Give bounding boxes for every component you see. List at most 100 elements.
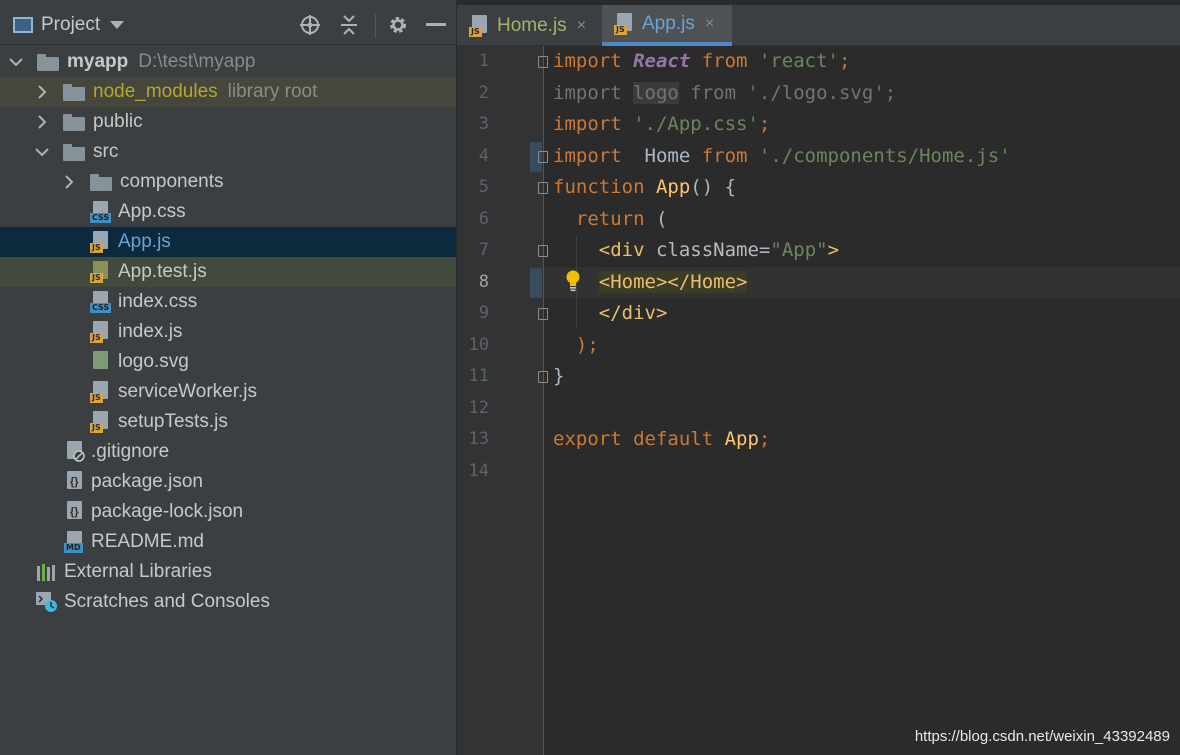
chevron-down-icon[interactable] (9, 55, 23, 69)
tree-item-label: public (93, 111, 143, 132)
tree-item-label: package-lock.json (91, 501, 244, 522)
code-line-13[interactable]: export default App; (553, 424, 770, 455)
tree-item-label: .gitignore (91, 441, 170, 462)
code-line-4[interactable]: import Home from './components/Home.js' (553, 141, 1011, 172)
tree-item-label: Scratches and Consoles (64, 591, 270, 612)
tree-item-label: logo.svg (118, 351, 189, 372)
tree-item-components[interactable]: components (0, 167, 456, 197)
chevron-down-icon[interactable] (110, 20, 125, 29)
fold-marker-icon[interactable] (538, 151, 548, 163)
line-number: 3 (478, 114, 489, 134)
js-test-file-icon: JS (90, 261, 112, 283)
tree-item-external-libraries[interactable]: External Libraries (0, 557, 456, 587)
tree-item-label: index.css (118, 291, 198, 312)
js-file-icon: JS (614, 12, 636, 35)
tree-item-app-css[interactable]: CSS App.css (0, 197, 456, 227)
code-line-9[interactable]: </div> (553, 298, 668, 329)
markdown-file-icon: MD (64, 531, 86, 553)
line-number: 5 (478, 177, 489, 197)
project-title[interactable]: Project (41, 14, 100, 36)
line-number: 6 (478, 209, 489, 229)
code-line-3[interactable]: import './App.css'; (553, 109, 770, 140)
close-icon[interactable]: × (577, 17, 586, 35)
js-file-icon: JS (90, 231, 112, 253)
code-line-2[interactable]: import logo from './logo.svg'; (553, 78, 896, 109)
hide-icon[interactable] (424, 13, 448, 37)
tree-item-readme-md[interactable]: MD README.md (0, 527, 456, 557)
tree-item-label: node_modules (93, 81, 218, 102)
folder-icon (90, 173, 112, 191)
code-line-7[interactable]: <div className="App"> (553, 235, 839, 266)
watermark-text: https://blog.csdn.net/weixin_43392489 (914, 728, 1170, 745)
ignore-file-icon (64, 441, 86, 463)
change-marker (530, 268, 542, 298)
lightbulb-icon[interactable] (565, 270, 581, 292)
tree-item-node-modules[interactable]: node_modules library root (0, 77, 456, 107)
tree-item-logo-svg[interactable]: logo.svg (0, 347, 456, 377)
library-icon (36, 563, 58, 581)
tree-item-label: App.test.js (118, 261, 207, 282)
tree-item-gitignore[interactable]: .gitignore (0, 437, 456, 467)
folder-icon (63, 143, 85, 161)
locate-icon[interactable] (298, 13, 322, 37)
tree-item-index-css[interactable]: CSS index.css (0, 287, 456, 317)
chevron-right-icon[interactable] (35, 85, 49, 99)
tree-item-label: setupTests.js (118, 411, 228, 432)
tree-item-setup-tests-js[interactable]: JS setupTests.js (0, 407, 456, 437)
tree-item-label: package.json (91, 471, 203, 492)
tree-item-app-js[interactable]: JS App.js (0, 227, 456, 257)
js-file-icon: JS (90, 411, 112, 433)
code-line-10[interactable]: ); (553, 330, 599, 361)
header-separator (375, 14, 376, 38)
folder-icon (63, 113, 85, 131)
tree-item-src[interactable]: src (0, 137, 456, 167)
project-window-icon (13, 16, 33, 33)
line-number: 12 (468, 398, 489, 418)
collapse-all-icon[interactable] (337, 13, 361, 37)
project-header: Project (0, 5, 456, 45)
fold-marker-icon[interactable] (538, 308, 548, 320)
tree-item-scratches[interactable]: Scratches and Consoles (0, 587, 456, 617)
tree-item-public[interactable]: public (0, 107, 456, 137)
line-number: 14 (468, 461, 489, 481)
line-number: 9 (478, 303, 489, 323)
fold-marker-icon[interactable] (538, 371, 548, 383)
line-number: 10 (468, 335, 489, 355)
chevron-right-icon[interactable] (35, 115, 49, 129)
tab-label: App.js (642, 12, 695, 34)
tree-item-index-js[interactable]: JS index.js (0, 317, 456, 347)
code-line-6[interactable]: return ( (553, 204, 668, 235)
code-line-8[interactable]: <Home></Home> (553, 267, 748, 298)
tree-item-package-json[interactable]: {} package.json (0, 467, 456, 497)
library-root-label: library root (227, 81, 318, 102)
js-file-icon: JS (90, 381, 112, 403)
tree-item-app-test-js[interactable]: JS App.test.js (0, 257, 456, 287)
tree-item-package-lock-json[interactable]: {} package-lock.json (0, 497, 456, 527)
tree-item-label: index.js (118, 321, 183, 342)
js-file-icon: JS (469, 14, 491, 37)
fold-marker-icon[interactable] (538, 56, 548, 68)
chevron-down-icon[interactable] (35, 145, 49, 159)
tree-item-label: src (93, 141, 119, 162)
folder-icon (63, 83, 85, 101)
close-icon[interactable]: × (705, 15, 714, 33)
tab-home-js[interactable]: JS Home.js × (469, 5, 602, 46)
tree-item-myapp[interactable]: myapp D:\test\myapp (0, 47, 456, 77)
tab-app-js[interactable]: JS App.js × (602, 5, 732, 46)
tree-item-service-worker-js[interactable]: JS serviceWorker.js (0, 377, 456, 407)
line-number: 2 (478, 83, 489, 103)
code-line-1[interactable]: import React from 'react'; (553, 46, 850, 77)
tree-item-label: External Libraries (64, 561, 212, 582)
line-number: 4 (478, 146, 489, 166)
chevron-right-icon[interactable] (62, 175, 76, 189)
project-tool-window: Project myapp D:\test\myapp node_modules… (0, 0, 457, 755)
image-file-icon (90, 351, 112, 373)
code-line-5[interactable]: function App() { (553, 172, 736, 203)
fold-marker-icon[interactable] (538, 182, 548, 194)
line-number: 7 (478, 240, 489, 260)
js-file-icon: JS (90, 321, 112, 343)
fold-marker-icon[interactable] (538, 245, 548, 257)
json-file-icon: {} (64, 471, 86, 493)
gear-icon[interactable] (386, 13, 410, 37)
code-line-11[interactable]: } (553, 361, 564, 392)
